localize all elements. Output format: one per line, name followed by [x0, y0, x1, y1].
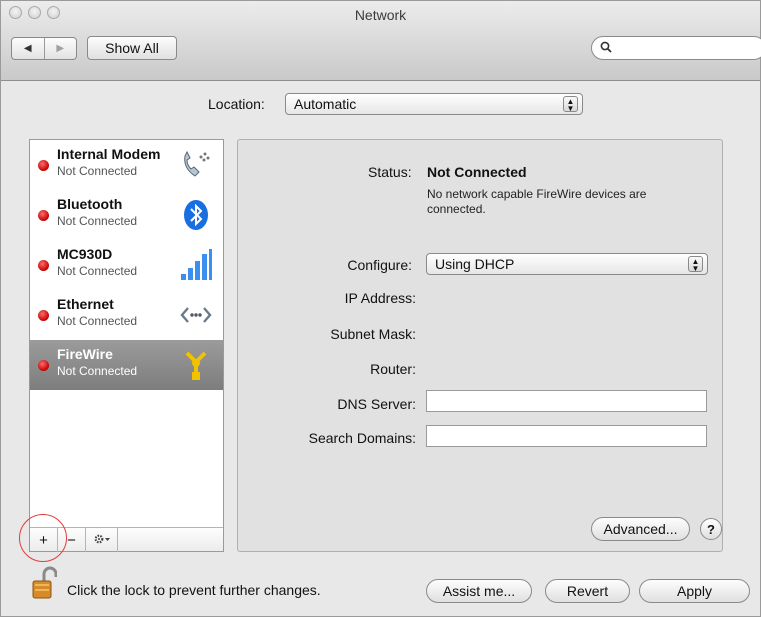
title-bar: Network ◀ ▶ Show All: [1, 1, 761, 81]
service-item-firewire[interactable]: FireWire Not Connected: [30, 340, 223, 390]
dns-server-label: DNS Server:: [337, 396, 416, 412]
service-item-ethernet[interactable]: Ethernet Not Connected: [30, 290, 223, 340]
location-select[interactable]: Automatic ▲ ▼: [285, 93, 583, 115]
location-label: Location:: [208, 96, 265, 112]
detail-panel: Status: Not Connected No network capable…: [237, 139, 723, 552]
select-arrows-icon: ▲ ▼: [563, 96, 578, 113]
search-domains-label: Search Domains:: [308, 430, 416, 446]
dns-server-field[interactable]: [426, 390, 707, 412]
service-status: Not Connected: [57, 164, 138, 178]
forward-button[interactable]: ▶: [45, 38, 77, 59]
gear-icon: [93, 532, 111, 549]
network-window: Network ◀ ▶ Show All Location: Automatic…: [0, 0, 761, 617]
search-icon: [600, 41, 612, 56]
help-button[interactable]: ?: [700, 518, 722, 540]
service-status: Not Connected: [57, 264, 138, 278]
service-item-internal-modem[interactable]: Internal Modem Not Connected: [30, 140, 223, 190]
configure-value: Using DHCP: [435, 256, 515, 272]
status-dot-icon: [38, 310, 49, 321]
configure-select[interactable]: Using DHCP ▲ ▼: [426, 253, 708, 275]
action-menu-button[interactable]: [86, 528, 118, 552]
status-dot-icon: [38, 160, 49, 171]
location-value: Automatic: [294, 96, 357, 112]
window-title: Network: [354, 7, 407, 23]
status-dot-icon: [38, 360, 49, 371]
service-status: Not Connected: [57, 214, 138, 228]
service-list: Internal Modem Not Connected Bluetooth N…: [29, 139, 224, 552]
search-domains-field[interactable]: [426, 425, 707, 447]
highlight-circle: [19, 514, 67, 562]
apply-button[interactable]: Apply: [639, 579, 750, 603]
status-label: Status:: [368, 164, 412, 180]
assist-me-button[interactable]: Assist me...: [426, 579, 532, 603]
ip-address-label: IP Address:: [344, 290, 416, 306]
search-field[interactable]: [591, 36, 761, 60]
configure-label: Configure:: [347, 257, 412, 273]
service-status: Not Connected: [57, 314, 138, 328]
service-name: Internal Modem: [57, 146, 161, 162]
advanced-button[interactable]: Advanced...: [591, 517, 690, 541]
ethernet-icon: [179, 298, 213, 332]
service-item-bluetooth[interactable]: Bluetooth Not Connected: [30, 190, 223, 240]
service-name: FireWire: [57, 346, 113, 362]
service-name: Ethernet: [57, 296, 114, 312]
lock-message: Click the lock to prevent further change…: [67, 582, 321, 598]
firewire-icon: [179, 348, 213, 382]
status-value: Not Connected: [427, 164, 527, 180]
router-label: Router:: [370, 361, 416, 377]
lock-icon[interactable]: [31, 566, 58, 600]
service-name: MC930D: [57, 246, 113, 262]
status-dot-icon: [38, 260, 49, 271]
show-all-button[interactable]: Show All: [87, 36, 177, 60]
back-forward-control: ◀ ▶: [11, 37, 77, 60]
signal-bars-icon: [179, 248, 213, 282]
status-dot-icon: [38, 210, 49, 221]
status-message: No network capable FireWire devices are …: [427, 187, 647, 216]
subnet-mask-label: Subnet Mask:: [330, 326, 416, 342]
revert-button[interactable]: Revert: [545, 579, 630, 603]
back-button[interactable]: ◀: [12, 38, 45, 59]
select-arrows-icon: ▲ ▼: [688, 256, 703, 273]
bluetooth-icon: [179, 198, 213, 232]
service-status: Not Connected: [57, 364, 138, 378]
service-name: Bluetooth: [57, 196, 123, 212]
service-item-mc930d[interactable]: MC930D Not Connected: [30, 240, 223, 290]
phone-modem-icon: [179, 148, 213, 182]
